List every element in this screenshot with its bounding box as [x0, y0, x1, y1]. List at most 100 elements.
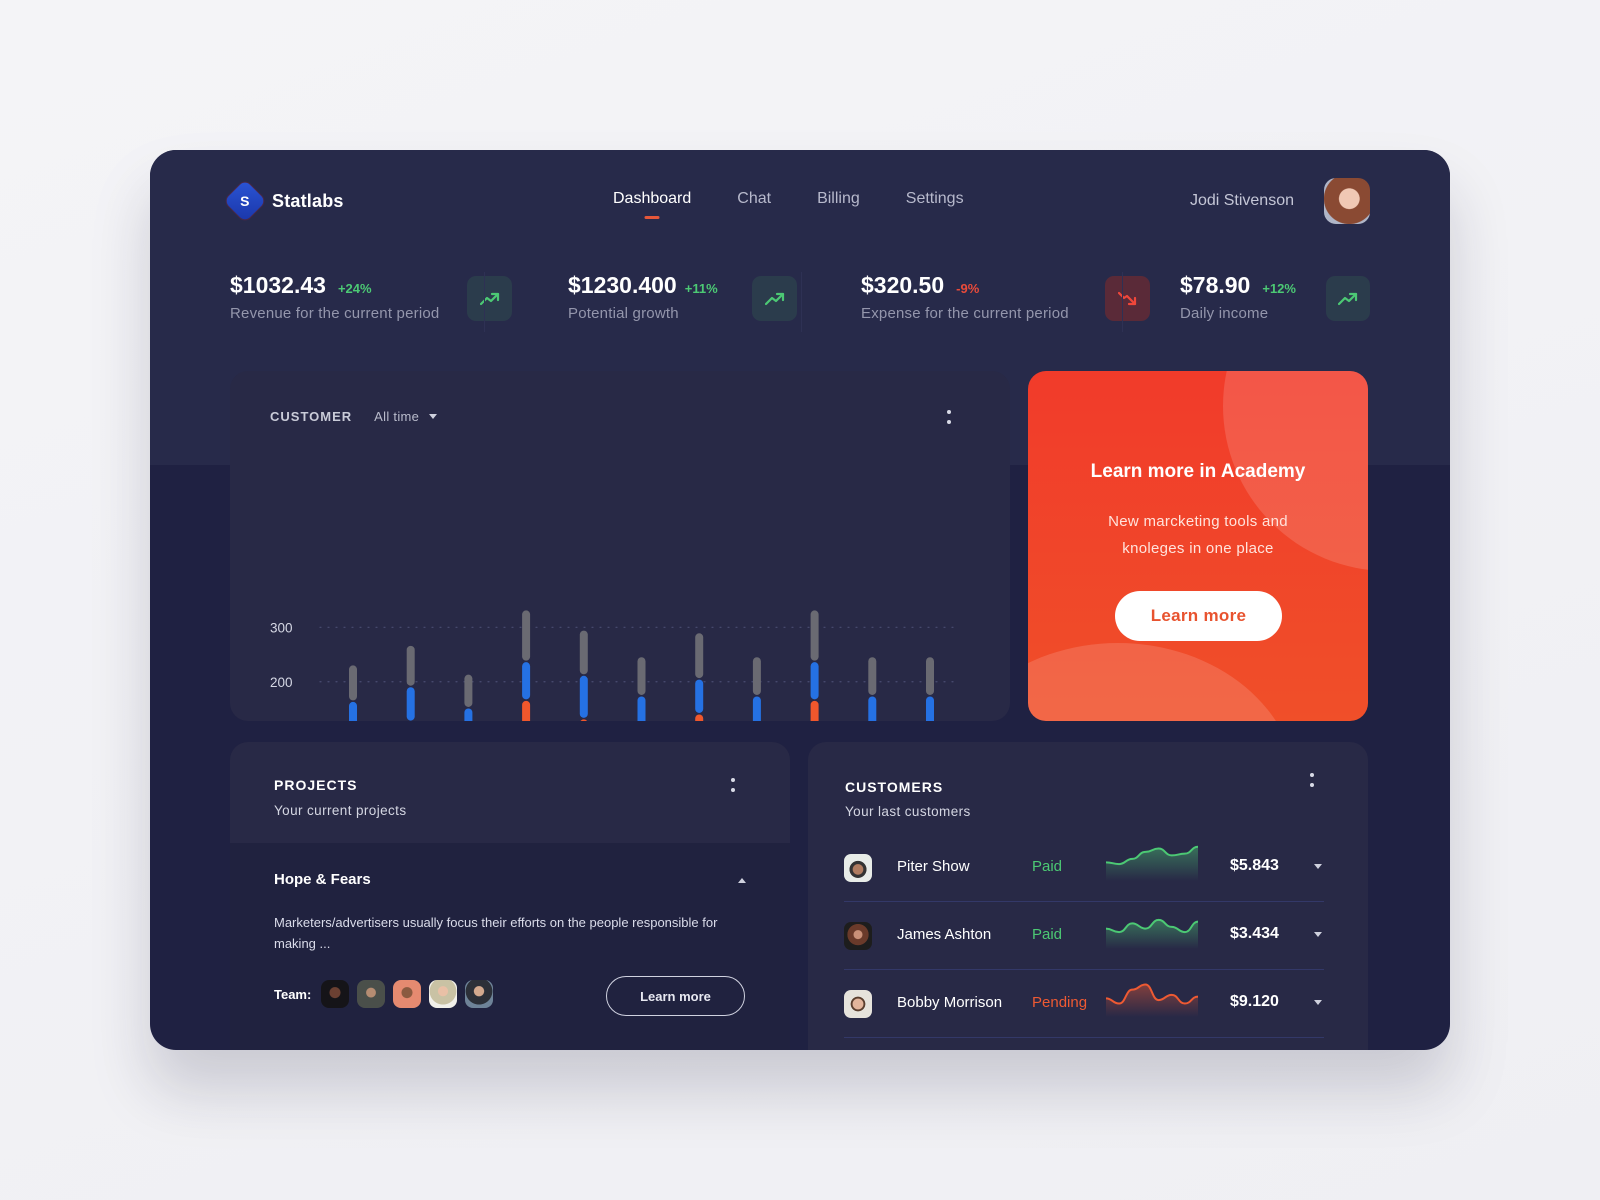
nav-dashboard[interactable]: Dashboard [613, 190, 691, 218]
stat-change: +12% [1262, 281, 1296, 296]
promo-title: Learn more in Academy [1090, 461, 1306, 482]
customer-row[interactable]: Piter Show Paid $5.843 [844, 834, 1324, 902]
bar-segment-blue-mar[interactable] [464, 708, 473, 721]
customer-chart-card: CUSTOMER All time 0100200300janfebmarapr… [230, 371, 1010, 721]
nav-settings[interactable]: Settings [906, 190, 964, 218]
bar-segment-gray-apr[interactable] [522, 610, 531, 661]
customer-row[interactable]: Bobby Morrison Pending $9.120 [844, 970, 1324, 1038]
bar-segment-blue-sept[interactable] [810, 662, 819, 700]
team-member-avatar[interactable] [393, 980, 422, 1008]
projects-subtitle: Your current projects [274, 803, 407, 818]
bar-segment-blue-feb[interactable] [406, 687, 415, 721]
nav-chat[interactable]: Chat [737, 190, 771, 218]
team-member-avatar[interactable] [357, 980, 386, 1008]
bar-segment-gray-sept[interactable] [810, 610, 819, 661]
stat-label: Revenue for the current period [230, 305, 440, 322]
bar-segment-gray-nov[interactable] [926, 657, 934, 695]
customer-status: Paid [1032, 858, 1063, 875]
customers-card: CUSTOMERS Your last customers Piter Show… [808, 742, 1368, 1050]
trend-up-icon[interactable] [467, 276, 512, 321]
y-tick-label: 200 [270, 675, 293, 690]
stat-expense: $320.50 -9% Expense for the current peri… [801, 272, 1150, 342]
user-menu[interactable]: Jodi Stivenson [1190, 178, 1370, 224]
stat-change: +24% [337, 281, 372, 296]
chevron-down-icon[interactable] [1314, 1000, 1322, 1005]
customer-avatar [844, 854, 872, 882]
customers-subtitle: Your last customers [845, 804, 971, 819]
customer-amount: $3.434 [1230, 925, 1279, 942]
bar-segment-gray-may[interactable] [579, 630, 588, 675]
academy-promo-card: Learn more in Academy New marcketing too… [1028, 371, 1368, 721]
bar-segment-orange-july[interactable] [695, 714, 704, 721]
kebab-menu-icon[interactable] [1306, 770, 1318, 790]
stat-label: Expense for the current period [861, 305, 1069, 322]
customer-status: Pending [1032, 994, 1088, 1011]
customers-title: CUSTOMERS [845, 779, 944, 795]
customer-sparkline [1106, 845, 1198, 881]
bar-segment-gray-oct[interactable] [868, 657, 877, 695]
bar-segment-blue-may[interactable] [579, 675, 588, 718]
bar-segment-blue-july[interactable] [695, 679, 704, 713]
bar-segment-gray-jan[interactable] [349, 665, 357, 701]
project-description: Marketers/advertisers usually focus thei… [274, 915, 718, 951]
trend-down-icon[interactable] [1105, 276, 1150, 321]
bar-segment-orange-apr[interactable] [522, 700, 531, 721]
stat-potential-growth: $1230.400 +11% Potential growth [484, 272, 829, 342]
dashboard-window: S Statlabs Dashboard Chat Billing Settin… [150, 150, 1450, 1050]
stat-value: $78.90 [1180, 272, 1251, 298]
customer-amount: $5.843 [1230, 857, 1279, 874]
customer-bar-chart: 0100200300janfebmaraprmayjunejulyaugsept… [270, 610, 961, 721]
bar-segment-gray-july[interactable] [695, 633, 704, 679]
stat-revenue: $1032.43 +24% Revenue for the current pe… [230, 272, 512, 342]
bar-segment-blue-nov[interactable] [926, 696, 934, 721]
customer-amount: $9.120 [1230, 993, 1279, 1010]
bar-segment-gray-aug[interactable] [752, 657, 761, 695]
project-team: Team: [274, 980, 494, 1008]
customer-status: Paid [1032, 926, 1063, 943]
bar-segment-blue-jan[interactable] [349, 701, 357, 721]
customer-sparkline [1106, 918, 1198, 949]
bar-segment-gray-feb[interactable] [406, 645, 415, 686]
project-learn-more-button[interactable]: Learn more [606, 976, 745, 1016]
bar-segment-orange-may[interactable] [580, 719, 588, 721]
nav-billing[interactable]: Billing [817, 190, 860, 218]
app-name: Statlabs [272, 190, 344, 211]
chevron-down-icon[interactable] [1314, 864, 1322, 869]
team-member-avatar[interactable] [321, 980, 350, 1008]
bar-segment-blue-oct[interactable] [868, 696, 877, 721]
logo[interactable]: S Statlabs [223, 179, 344, 223]
bar-segment-gray-june[interactable] [637, 657, 646, 695]
projects-card: PROJECTS Your current projects Hope & Fe… [230, 742, 790, 1050]
stat-change: -9% [956, 281, 980, 296]
stat-value: $320.50 [861, 272, 945, 298]
kebab-menu-icon[interactable] [727, 775, 739, 795]
team-member-avatar[interactable] [429, 980, 458, 1008]
project-name[interactable]: Hope & Fears [274, 871, 371, 888]
customer-name: Piter Show [897, 858, 970, 875]
stat-daily-income: $78.90 +12% Daily income [1122, 272, 1370, 342]
sparkline-area [1106, 984, 1198, 1017]
user-avatar[interactable] [1324, 178, 1370, 224]
logo-icon: S [223, 179, 267, 223]
customer-avatar [844, 990, 872, 1018]
bar-segment-blue-june[interactable] [637, 696, 646, 721]
stat-change: +11% [684, 281, 718, 296]
customer-row[interactable]: James Ashton Paid $3.434 [844, 902, 1324, 970]
chevron-down-icon[interactable] [1314, 932, 1322, 937]
stats-row: $1032.43 +24% Revenue for the current pe… [230, 272, 1370, 342]
stat-value: $1230.400 [568, 272, 677, 298]
bar-segment-blue-aug[interactable] [752, 696, 761, 721]
academy-learn-more-button[interactable]: Learn more [1115, 591, 1282, 641]
bar-segment-gray-mar[interactable] [464, 674, 473, 707]
promo-description: New marcketing tools and knoleges in one… [1108, 513, 1288, 557]
bar-segment-orange-sept[interactable] [810, 700, 819, 721]
team-member-avatar[interactable] [465, 980, 494, 1008]
customer-sparkline [1106, 983, 1198, 1017]
trend-up-icon[interactable] [1325, 276, 1370, 321]
chevron-up-icon[interactable] [738, 878, 746, 883]
trend-up-icon[interactable] [752, 276, 797, 321]
customer-name: James Ashton [897, 926, 992, 943]
y-tick-label: 300 [270, 620, 293, 635]
bar-segment-blue-apr[interactable] [522, 662, 531, 700]
decorative-circle [1028, 643, 1298, 721]
